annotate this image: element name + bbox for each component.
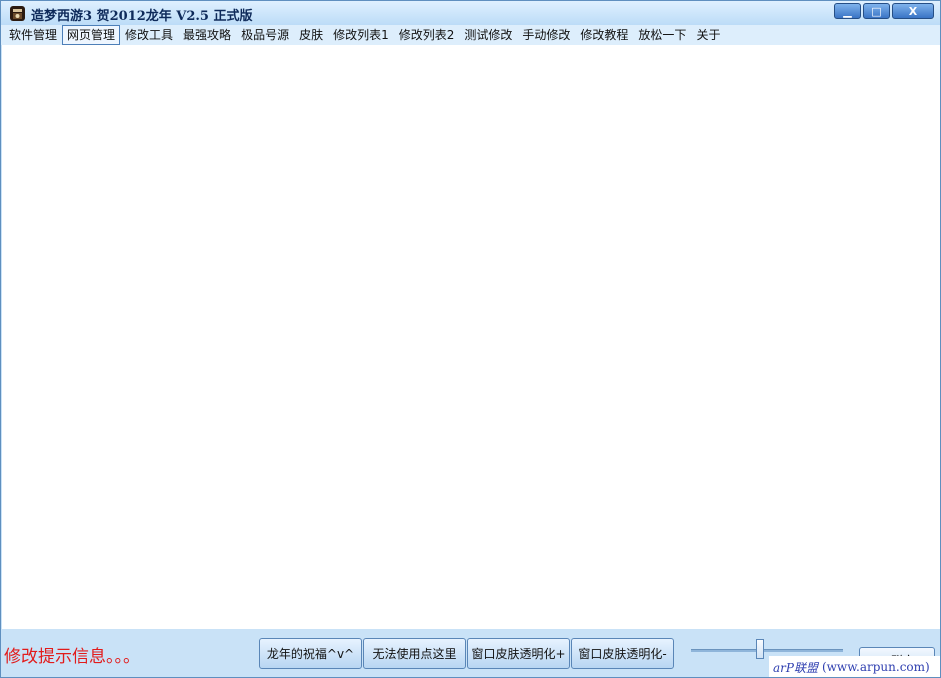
menu-item-about[interactable]: 关于: [691, 25, 725, 45]
app-logo-icon: [10, 6, 25, 21]
minimize-icon: ▁: [843, 4, 852, 18]
window-controls: ▁ □ X: [832, 3, 934, 19]
transparency-decrease-button[interactable]: 窗口皮肤透明化-: [571, 638, 674, 669]
maximize-icon: □: [871, 4, 882, 18]
menu-item-manual-modify[interactable]: 手动修改: [517, 25, 575, 45]
status-message: 修改提示信息。。。: [4, 647, 140, 667]
menu-item-modify-list-1[interactable]: 修改列表1: [328, 25, 394, 45]
menu-item-relax[interactable]: 放松一下: [633, 25, 691, 45]
help-button[interactable]: 无法使用点这里: [363, 638, 466, 669]
menu-item-accounts[interactable]: 极品号源: [236, 25, 294, 45]
app-window: 造梦西游3 贺2012龙年 V2.5 正式版 ▁ □ X 软件管理 网页管理 修…: [0, 0, 941, 678]
menu-bar: 软件管理 网页管理 修改工具 最强攻略 极品号源 皮肤 修改列表1 修改列表2 …: [1, 25, 940, 45]
watermark-url: (www.arpun.com): [821, 660, 930, 674]
close-icon: X: [908, 4, 918, 18]
title-bar[interactable]: 造梦西游3 贺2012龙年 V2.5 正式版 ▁ □ X: [1, 1, 940, 26]
web-content-area[interactable]: [2, 45, 940, 629]
menu-item-tutorial[interactable]: 修改教程: [575, 25, 633, 45]
slider-track: [691, 649, 843, 652]
menu-item-guides[interactable]: 最强攻略: [178, 25, 236, 45]
bottom-bar: 修改提示信息。。。 龙年的祝福^v^ 无法使用点这里 窗口皮肤透明化+ 窗口皮肤…: [1, 630, 940, 677]
menu-item-modify-list-2[interactable]: 修改列表2: [394, 25, 460, 45]
menu-item-web-manage[interactable]: 网页管理: [62, 25, 121, 45]
close-button[interactable]: X: [892, 3, 934, 19]
slider-thumb[interactable]: [756, 639, 764, 659]
menu-item-software-manage[interactable]: 软件管理: [4, 25, 62, 45]
watermark-brand: arP联盟: [773, 660, 818, 675]
menu-item-test-modify[interactable]: 测试修改: [459, 25, 517, 45]
transparency-slider[interactable]: [691, 639, 843, 659]
watermark: arP联盟 (www.arpun.com): [769, 656, 940, 677]
minimize-button[interactable]: ▁: [834, 3, 861, 19]
menu-item-modify-tools[interactable]: 修改工具: [120, 25, 178, 45]
transparency-increase-button[interactable]: 窗口皮肤透明化+: [467, 638, 570, 669]
menu-item-skin[interactable]: 皮肤: [294, 25, 328, 45]
window-title: 造梦西游3 贺2012龙年 V2.5 正式版: [31, 9, 253, 24]
blessing-button[interactable]: 龙年的祝福^v^: [259, 638, 362, 669]
maximize-button[interactable]: □: [863, 3, 890, 19]
